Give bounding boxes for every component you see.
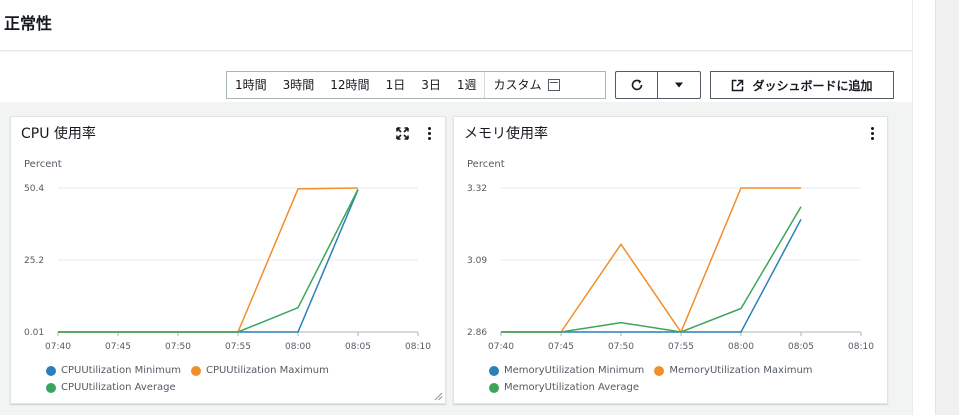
caret-down-icon bbox=[675, 82, 683, 88]
memory-y-tick-label: 3.32 bbox=[467, 184, 487, 194]
memory-series-line-2 bbox=[501, 206, 802, 333]
range-custom[interactable]: カスタム bbox=[485, 72, 545, 98]
memory-series-line-0 bbox=[501, 218, 802, 333]
cpu-chart-legend: CPUUtilization Minimum CPUUtilization Max… bbox=[46, 362, 426, 396]
add-to-dashboard-button[interactable]: ダッシュボードに追加 bbox=[710, 71, 894, 99]
memory-y-tick-label: 2.86 bbox=[467, 328, 487, 338]
cpu-legend-item[interactable]: CPUUtilization Minimum bbox=[46, 362, 181, 379]
memory-y-tick-label: 3.09 bbox=[467, 256, 487, 266]
memory-x-tick-label: 08:10 bbox=[848, 342, 874, 352]
cpu-x-tick-label: 08:00 bbox=[285, 342, 311, 352]
cpu-legend-item[interactable]: CPUUtilization Maximum bbox=[190, 362, 329, 379]
memory-x-tick-label: 08:00 bbox=[728, 342, 754, 352]
memory-legend-swatch bbox=[489, 365, 499, 376]
memory-x-tick-label: 07:55 bbox=[668, 342, 694, 352]
cpu-x-tick-label: 08:10 bbox=[405, 342, 431, 352]
cpu-legend-label: CPUUtilization Maximum bbox=[205, 365, 329, 376]
cpu-series-line-2 bbox=[58, 189, 359, 333]
cpu-y-tick-label: 0.01 bbox=[24, 328, 44, 338]
memory-x-tick-label: 07:40 bbox=[488, 342, 514, 352]
cpu-legend-label: CPUUtilization Minimum bbox=[61, 365, 181, 376]
memory-legend-item[interactable]: MemoryUtilization Average bbox=[489, 379, 639, 396]
memory-legend-swatch bbox=[654, 365, 665, 376]
cpu-y-tick-label: 50.4 bbox=[24, 184, 44, 194]
cpu-legend-swatch bbox=[190, 365, 201, 376]
cpu-x-tick-label: 07:50 bbox=[165, 342, 191, 352]
memory-legend-label: MemoryUtilization Minimum bbox=[504, 365, 645, 376]
range-12h[interactable]: 12時間 bbox=[322, 72, 377, 98]
cpu-legend-swatch bbox=[46, 365, 56, 376]
memory-x-tick-label: 08:05 bbox=[788, 342, 814, 352]
cpu-x-tick-label: 07:45 bbox=[105, 342, 131, 352]
memory-legend-label: MemoryUtilization Average bbox=[504, 382, 640, 393]
calendar-icon[interactable] bbox=[547, 79, 560, 91]
cpu-x-tick-label: 07:40 bbox=[45, 342, 71, 352]
memory-x-tick-label: 07:50 bbox=[608, 342, 634, 352]
memory-legend-item[interactable]: MemoryUtilization Minimum bbox=[489, 362, 644, 379]
scrollbar[interactable] bbox=[935, 0, 959, 415]
resize-handle-icon[interactable] bbox=[433, 391, 443, 401]
section-header: 正常性 bbox=[0, 0, 912, 51]
range-3d[interactable]: 3日 bbox=[413, 72, 449, 98]
range-1w[interactable]: 1週 bbox=[449, 72, 485, 98]
refresh-icon bbox=[631, 79, 642, 91]
cpu-x-tick-label: 07:55 bbox=[225, 342, 251, 352]
range-3h[interactable]: 3時間 bbox=[275, 72, 323, 98]
external-link-icon bbox=[732, 79, 744, 91]
memory-chart-legend: MemoryUtilization Minimum MemoryUtilizati… bbox=[489, 362, 869, 396]
cpu-legend-label: CPUUtilization Average bbox=[61, 382, 176, 393]
cpu-y-tick-label: 25.2 bbox=[24, 256, 44, 266]
add-to-dashboard-label: ダッシュボードに追加 bbox=[752, 78, 873, 93]
cpu-legend-item[interactable]: CPUUtilization Average bbox=[46, 379, 176, 396]
memory-legend-item[interactable]: MemoryUtilization Maximum bbox=[654, 362, 813, 379]
page-title: 正常性 bbox=[4, 14, 53, 33]
refresh-button[interactable] bbox=[615, 71, 658, 99]
refresh-options-dropdown[interactable] bbox=[657, 71, 701, 99]
cpu-series-line-0 bbox=[58, 189, 359, 333]
range-1h[interactable]: 1時間 bbox=[227, 72, 275, 98]
range-1d[interactable]: 1日 bbox=[378, 72, 414, 98]
time-range-selector: 1時間 3時間 12時間 1日 3日 1週 カスタム bbox=[226, 71, 606, 99]
cpu-utilization-widget: CPU 使用率 Percent 0.01 25.2 50.4 07:40 07:45 07… bbox=[10, 116, 446, 404]
main-content: 正常性 1時間 3時間 12時間 1日 3日 1週 カスタム ダッシュボードに追… bbox=[0, 0, 912, 415]
memory-x-tick-label: 07:45 bbox=[548, 342, 574, 352]
memory-legend-label: MemoryUtilization Maximum bbox=[669, 365, 813, 376]
memory-utilization-widget: メモリ使用率 Percent 2.86 3.09 3.32 07:40 07:45 07:… bbox=[453, 116, 888, 404]
cpu-legend-swatch bbox=[46, 382, 56, 393]
memory-legend-swatch bbox=[489, 382, 499, 393]
cpu-x-tick-label: 08:05 bbox=[345, 342, 371, 352]
